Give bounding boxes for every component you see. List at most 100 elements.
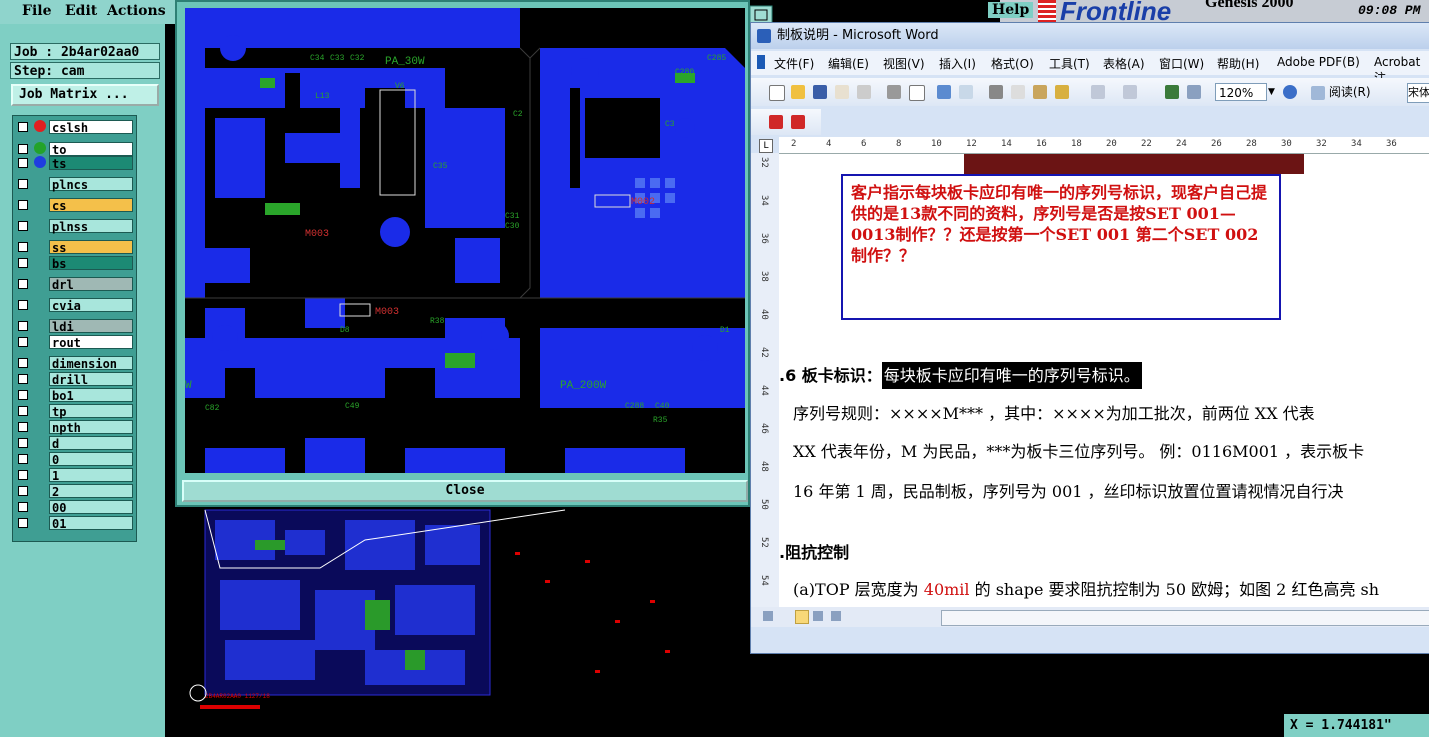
layer-checkbox[interactable] [18,122,28,132]
layer-checkbox[interactable] [18,200,28,210]
layer-name[interactable]: cslsh [49,120,133,135]
layer-checkbox[interactable] [18,454,28,464]
layer-checkbox[interactable] [18,470,28,480]
pdf-create-icon[interactable] [769,115,783,129]
layer-name[interactable]: to [49,142,133,157]
layer-name[interactable]: ss [49,240,133,255]
layer-checkbox[interactable] [18,179,28,189]
menu-file[interactable]: File [22,3,51,19]
word-menu-insert[interactable]: 插入(I) [939,55,976,72]
layer-row-4[interactable]: cs [15,198,133,213]
word-menu-help[interactable]: 帮助(H) [1217,55,1259,72]
layer-checkbox[interactable] [18,321,28,331]
layer-checkbox[interactable] [18,300,28,310]
layer-name[interactable]: drl [49,277,133,292]
print-icon[interactable] [887,85,901,99]
layer-checkbox[interactable] [18,374,28,384]
layer-name[interactable]: ldi [49,319,133,334]
word-menu-tools[interactable]: 工具(T) [1049,55,1090,72]
layer-name[interactable]: bo1 [49,388,133,403]
layer-checkbox[interactable] [18,518,28,528]
layer-checkbox[interactable] [18,337,28,347]
tab-stop-selector[interactable]: L [759,139,773,153]
word-menu-format[interactable]: 格式(O) [991,55,1034,72]
word-menu-table[interactable]: 表格(A) [1103,55,1145,72]
layer-row-14[interactable]: bo1 [15,388,133,403]
layer-name[interactable]: 01 [49,516,133,531]
layer-name[interactable]: 1 [49,468,133,483]
layer-name[interactable]: 2 [49,484,133,499]
zoom-select[interactable]: 120% [1215,83,1267,101]
menu-help[interactable]: Help [988,2,1034,18]
pdf-email-icon[interactable] [791,115,805,129]
menu-actions[interactable]: Actions [107,3,166,19]
layer-checkbox[interactable] [18,144,28,154]
job-matrix-button[interactable]: Job Matrix ... [11,84,159,106]
layer-row-19[interactable]: 1 [15,468,133,483]
vertical-ruler[interactable]: 32 34 36 38 40 42 44 46 48 50 52 54 [751,153,779,607]
word-menu-edit[interactable]: 编辑(E) [828,55,869,72]
pcb-zoom-canvas[interactable]: C34 C33 C32 C285 C280 V6 L13 C49 C82 C40 R35 C… [185,8,745,473]
word-menu-file[interactable]: 文件(F) [774,55,814,72]
print-layout-icon[interactable] [795,610,809,624]
layer-row-17[interactable]: d [15,436,133,451]
undo-icon[interactable] [1091,85,1105,99]
research-icon[interactable] [959,85,973,99]
word-menu-window[interactable]: 窗口(W) [1159,55,1204,72]
layer-row-3[interactable]: plncs [15,177,133,192]
layer-checkbox[interactable] [18,358,28,368]
layer-row-0[interactable]: cslsh [15,120,133,135]
layer-row-16[interactable]: npth [15,420,133,435]
word-menu-view[interactable]: 视图(V) [883,55,925,72]
layer-row-18[interactable]: 0 [15,452,133,467]
layer-row-22[interactable]: 01 [15,516,133,531]
layer-name[interactable]: cs [49,198,133,213]
layer-checkbox[interactable] [18,438,28,448]
layer-row-20[interactable]: 2 [15,484,133,499]
pcb-background-view[interactable]: 2B4AR02AA0 1127/18 [165,500,805,737]
layer-row-8[interactable]: drl [15,277,133,292]
callout-box[interactable]: 客户指示每块板卡应印有唯一的序列号标识，现客户自己提供的是13款不同的资料，序列… [841,174,1281,320]
close-button[interactable]: Close [182,480,748,502]
layer-name[interactable]: 0 [49,452,133,467]
layer-checkbox[interactable] [18,502,28,512]
layer-row-5[interactable]: plnss [15,219,133,234]
word-menu-adobe-pdf[interactable]: Adobe PDF(B) [1277,55,1360,69]
layer-row-2[interactable]: ts [15,156,133,171]
layer-name[interactable]: ts [49,156,133,171]
hyperlink-icon[interactable] [1165,85,1179,99]
layer-checkbox[interactable] [18,486,28,496]
layer-name[interactable]: d [49,436,133,451]
layer-checkbox[interactable] [18,406,28,416]
print-preview-icon[interactable] [909,85,925,101]
normal-view-icon[interactable] [763,611,773,621]
layer-name[interactable]: npth [49,420,133,435]
layer-row-9[interactable]: cvia [15,298,133,313]
layer-row-6[interactable]: ss [15,240,133,255]
table-icon[interactable] [1187,85,1201,99]
save-icon[interactable] [813,85,827,99]
zoom-dropdown-icon[interactable]: ▼ [1268,83,1278,101]
redo-icon[interactable] [1123,85,1137,99]
copy-icon[interactable] [1011,85,1025,99]
permission-icon[interactable] [835,85,849,99]
font-select[interactable]: 宋体 [1407,83,1429,103]
layer-name[interactable]: tp [49,404,133,419]
layer-row-10[interactable]: ldi [15,319,133,334]
layer-name[interactable]: rout [49,335,133,350]
layer-row-21[interactable]: 00 [15,500,133,515]
layer-row-1[interactable]: to [15,142,133,157]
new-doc-icon[interactable] [769,85,785,101]
reading-view-icon[interactable] [831,611,841,621]
layer-name[interactable]: cvia [49,298,133,313]
layer-name[interactable]: plncs [49,177,133,192]
layer-name[interactable]: dimension [49,356,133,371]
layer-row-13[interactable]: drill [15,372,133,387]
embedded-pcb-image[interactable] [964,154,1304,174]
layer-checkbox[interactable] [18,158,28,168]
layer-checkbox[interactable] [18,422,28,432]
layer-checkbox[interactable] [18,221,28,231]
layer-name[interactable]: plnss [49,219,133,234]
layer-row-15[interactable]: tp [15,404,133,419]
layer-row-12[interactable]: dimension [15,356,133,371]
